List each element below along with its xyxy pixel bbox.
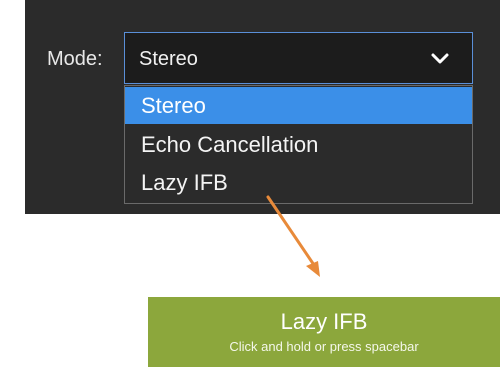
lazy-ifb-button-subtitle: Click and hold or press spacebar <box>229 339 419 354</box>
lazy-ifb-button-title: Lazy IFB <box>280 309 368 334</box>
mode-option-stereo[interactable]: Stereo <box>125 87 472 124</box>
mode-option-echo-cancellation[interactable]: Echo Cancellation <box>125 126 472 163</box>
mode-select[interactable]: Stereo <box>124 32 473 84</box>
mode-option-lazy-ifb[interactable]: Lazy IFB <box>125 164 472 201</box>
mode-select-value: Stereo <box>139 48 198 70</box>
chevron-down-icon <box>431 53 449 64</box>
screenshot-stage: Mode: Stereo Stereo Echo Cancellation La… <box>0 0 500 367</box>
lazy-ifb-button[interactable]: Lazy IFB Click and hold or press spaceba… <box>148 297 500 367</box>
mode-dropdown-list: Stereo Echo Cancellation Lazy IFB <box>124 85 473 204</box>
mode-label: Mode: <box>47 48 103 70</box>
